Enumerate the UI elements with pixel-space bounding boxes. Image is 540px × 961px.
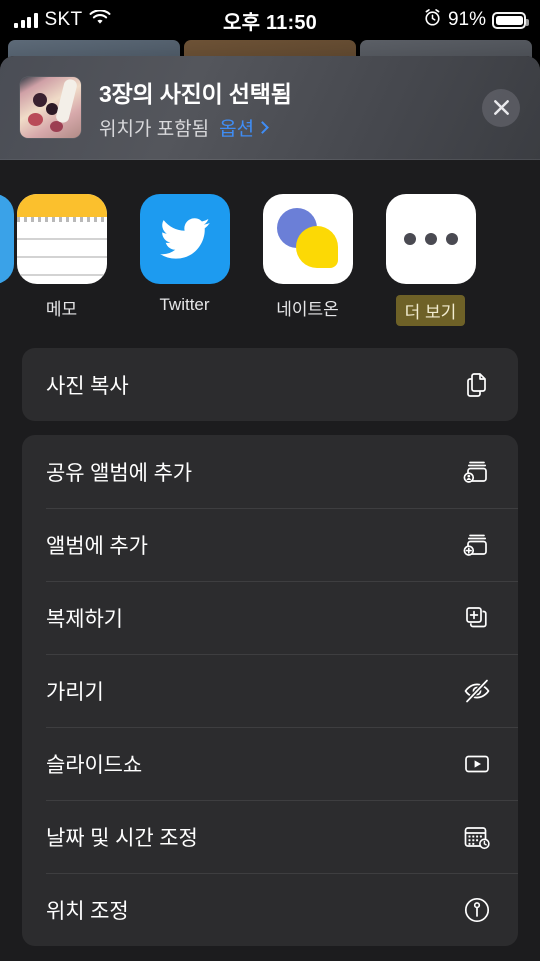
app-label: 더 보기	[395, 295, 466, 326]
action-label: 슬라이드쇼	[46, 753, 143, 777]
action-row-adjust-date-time[interactable]: 날짜 및 시간 조정	[22, 800, 518, 873]
nateon-icon	[262, 194, 353, 284]
action-group-photo-actions: 공유 앨범에 추가 앨범에 추가 복제하기 가리기 슬라이드쇼 날짜 및 시간 …	[22, 435, 518, 946]
action-label: 앨범에 추가	[46, 534, 148, 558]
chevron-right-icon	[256, 120, 270, 134]
alarm-clock-icon	[423, 8, 442, 32]
app-label: 메모	[45, 300, 78, 319]
shared-album-person-icon	[460, 455, 494, 489]
battery-icon	[492, 11, 529, 29]
app-item-more[interactable]: 더 보기	[369, 194, 492, 326]
action-label: 공유 앨범에 추가	[46, 461, 193, 485]
share-sheet-header: 3장의 사진이 선택됨 위치가 포함됨 옵션	[0, 56, 540, 160]
action-label: 사진 복사	[46, 374, 129, 398]
battery-percent-label: 91%	[447, 9, 486, 30]
action-label: 복제하기	[46, 607, 123, 631]
share-sheet-subtitle-row: 위치가 포함됨 옵션	[99, 114, 292, 141]
action-row-copy-photos[interactable]: 사진 복사	[22, 348, 518, 421]
app-item-notes[interactable]: 메모	[0, 194, 123, 320]
location-included-label: 위치가 포함됨	[99, 118, 210, 140]
action-group-copy: 사진 복사	[22, 348, 518, 421]
share-sheet-header-text: 3장의 사진이 선택됨 위치가 포함됨 옵션	[99, 75, 292, 141]
close-icon	[493, 100, 509, 115]
status-bar-right: 91%	[423, 8, 529, 32]
action-list: 사진 복사 공유 앨범에 추가 앨범에 추가 복제하기 가리기 슬라이드쇼 날짜…	[0, 348, 540, 946]
app-share-row: 메모 Twitter 네이트온 더 보기	[0, 160, 540, 348]
action-label: 날짜 및 시간 조정	[46, 826, 198, 850]
duplicate-plus-square-icon	[460, 601, 494, 635]
play-rectangle-icon	[460, 747, 494, 781]
action-row-slideshow[interactable]: 슬라이드쇼	[22, 727, 518, 800]
action-label: 가리기	[46, 680, 104, 704]
page-title: 3장의 사진이 선택됨	[99, 80, 292, 107]
action-row-hide[interactable]: 가리기	[22, 654, 518, 727]
action-label: 위치 조정	[46, 899, 129, 923]
eye-slash-icon	[460, 674, 494, 708]
selected-photo-thumbnail	[20, 77, 81, 138]
options-link[interactable]: 옵션	[219, 114, 270, 141]
app-label: 네이트온	[276, 300, 339, 319]
twitter-icon	[139, 194, 230, 284]
copy-doc-on-doc-icon	[460, 368, 494, 402]
app-label: Twitter	[159, 295, 210, 314]
share-sheet: 3장의 사진이 선택됨 위치가 포함됨 옵션 메모 Twitter 네이트온 더…	[0, 56, 540, 961]
notes-icon	[16, 194, 107, 284]
status-bar: SKT 오후 11:50 91%	[0, 0, 540, 40]
calendar-clock-icon	[460, 820, 494, 854]
action-row-duplicate[interactable]: 복제하기	[22, 581, 518, 654]
action-row-adjust-location[interactable]: 위치 조정	[22, 873, 518, 946]
album-plus-icon	[460, 528, 494, 562]
options-label: 옵션	[219, 118, 255, 140]
app-item-nateon[interactable]: 네이트온	[246, 194, 369, 320]
action-row-add-to-album[interactable]: 앨범에 추가	[22, 508, 518, 581]
close-button[interactable]	[482, 88, 520, 127]
location-pin-circle-icon	[460, 893, 494, 927]
action-row-add-to-shared-album[interactable]: 공유 앨범에 추가	[22, 435, 518, 508]
telegram-icon	[0, 194, 14, 284]
app-item-twitter[interactable]: Twitter	[123, 194, 246, 315]
more-ellipsis-icon	[385, 194, 476, 284]
